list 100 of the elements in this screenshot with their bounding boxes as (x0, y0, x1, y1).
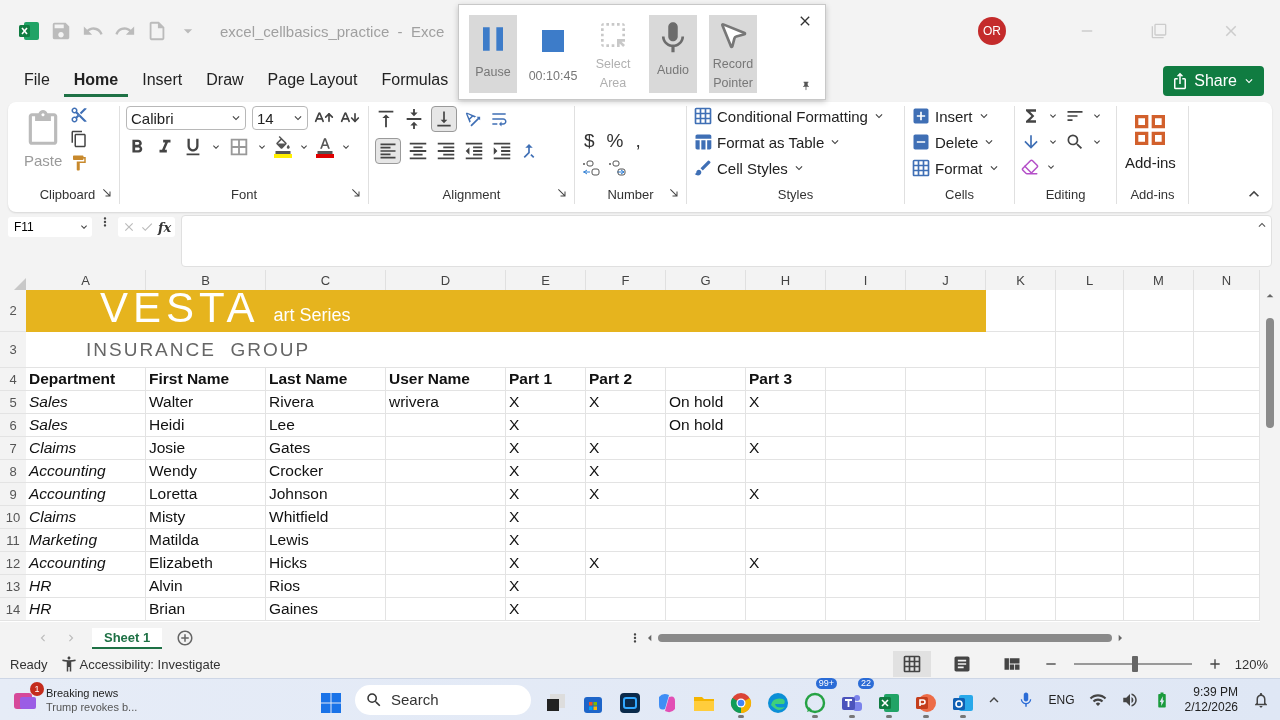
column-header[interactable]: E (506, 270, 586, 290)
column-header[interactable]: H (746, 270, 826, 290)
row-header[interactable]: 10 (0, 506, 26, 529)
ribbon-tab[interactable]: Page Layout (257, 65, 368, 97)
eraser-icon[interactable] (1021, 158, 1039, 176)
notifications-icon[interactable] (1252, 690, 1270, 709)
search-icon[interactable] (1065, 132, 1085, 152)
column-header[interactable]: B (146, 270, 266, 290)
increase-indent-icon[interactable] (491, 140, 513, 162)
notification-badge: 22 (858, 677, 874, 689)
cells-menu-button[interactable]: Delete (911, 132, 997, 152)
increase-decimal-icon[interactable] (581, 158, 601, 178)
delete-cells-icon[interactable] (911, 132, 931, 152)
comma-style-button[interactable]: , (632, 130, 644, 152)
clock-time[interactable]: 9:39 PM (1193, 684, 1238, 700)
name-box[interactable]: F11 (8, 217, 92, 237)
formula-input[interactable] (181, 215, 1272, 267)
search-icon[interactable] (365, 690, 383, 709)
row-header[interactable]: 14 (0, 598, 26, 621)
sheet-tab[interactable]: Sheet 1 (92, 627, 163, 649)
font-color-button[interactable] (316, 136, 334, 158)
percent-button[interactable]: % (603, 130, 627, 152)
dialog-launcher-icon[interactable] (350, 187, 362, 199)
insert-function-button[interactable]: fx (158, 219, 172, 235)
row-header[interactable]: 7 (0, 437, 26, 460)
decrease-decimal-icon[interactable] (607, 158, 627, 178)
font-color-icon[interactable] (316, 136, 334, 154)
paint-bucket-icon[interactable] (274, 136, 292, 154)
row-header[interactable]: 12 (0, 552, 26, 575)
grid-icon[interactable] (901, 654, 922, 674)
row-header[interactable]: 6 (0, 414, 26, 437)
recorder-button[interactable]: 00:10:45 (529, 15, 577, 93)
currency-button[interactable]: $ (581, 130, 598, 152)
column-header[interactable]: J (906, 270, 986, 290)
ribbon-tab[interactable]: Draw (196, 65, 254, 97)
table-cell: HR (26, 598, 146, 621)
row-header[interactable]: 4 (0, 368, 26, 391)
row-header[interactable]: 5 (0, 391, 26, 414)
copy-icon[interactable] (70, 130, 89, 148)
row-header[interactable]: 13 (0, 575, 26, 598)
clock-date[interactable]: 2/12/2026 (1184, 699, 1238, 715)
user-avatar[interactable]: OR (978, 17, 1006, 45)
dialog-launcher-icon[interactable] (556, 187, 568, 199)
column-header[interactable]: K (986, 270, 1056, 290)
add-ins-button[interactable]: Add-ins (1123, 106, 1178, 184)
table-icon[interactable] (693, 132, 713, 152)
row-header[interactable]: 8 (0, 460, 26, 483)
table-cell: X (586, 437, 666, 460)
accessibility-icon[interactable] (59, 655, 78, 673)
zoom-thumb[interactable] (1131, 656, 1138, 672)
ribbon-tab[interactable]: Formulas (371, 65, 459, 97)
format-cells-icon[interactable] (911, 158, 931, 178)
cells-menu-button[interactable]: Insert (911, 106, 991, 126)
column-header[interactable]: A (26, 270, 146, 290)
column-header[interactable]: D (386, 270, 506, 290)
decrease-indent-icon[interactable] (463, 140, 485, 162)
column-header[interactable]: I (826, 270, 906, 290)
row-header[interactable]: 11 (0, 529, 26, 552)
brush-icon[interactable] (693, 158, 713, 178)
styles-menu-button[interactable]: Cell Styles (693, 158, 806, 178)
view-button[interactable] (892, 651, 931, 677)
column-header[interactable]: L (1056, 270, 1124, 290)
share-button[interactable]: Share (1163, 66, 1264, 96)
align-right-icon[interactable] (435, 140, 457, 162)
column-header[interactable]: F (586, 270, 666, 290)
column-header[interactable]: N (1194, 270, 1260, 290)
cells-menu-button[interactable]: Format (911, 158, 1001, 178)
fill-color-button[interactable] (274, 136, 292, 158)
ribbon-tab[interactable]: Home (63, 65, 129, 97)
format-painter-icon[interactable] (70, 154, 89, 172)
row-header[interactable]: 2 (0, 290, 26, 332)
search-field[interactable]: Search (355, 684, 531, 715)
horizontal-scrollbar[interactable] (658, 634, 1113, 642)
table-cell: User Name (386, 368, 506, 391)
font-size-dropdown[interactable]: 14 (252, 106, 308, 130)
ribbon-tab[interactable]: File (14, 65, 60, 97)
styles-menu-button[interactable]: Conditional Formatting (693, 106, 886, 126)
conditional-formatting-icon[interactable] (693, 106, 713, 126)
language-indicator[interactable]: ENG (1048, 692, 1075, 707)
column-header[interactable]: G (666, 270, 746, 290)
align-center-icon[interactable] (407, 140, 429, 162)
row-header[interactable]: 9 (0, 483, 26, 506)
vertical-scrollbar[interactable] (1266, 318, 1274, 428)
row-header[interactable]: 3 (0, 332, 26, 368)
styles-menu-button[interactable]: Format as Table (693, 132, 843, 152)
table-cell (1056, 391, 1124, 414)
dialog-launcher-icon[interactable] (668, 187, 680, 199)
ribbon-tab[interactable]: Insert (132, 65, 193, 97)
dialog-launcher-icon[interactable] (101, 187, 113, 199)
borders-icon[interactable] (228, 136, 250, 158)
column-header[interactable]: M (1124, 270, 1194, 290)
running-indicator (959, 714, 966, 718)
zoom-level[interactable]: 120% (1234, 656, 1268, 672)
table-cell: Loretta (146, 483, 266, 506)
cut-icon[interactable] (70, 106, 89, 124)
add-sheet-icon[interactable] (176, 629, 195, 647)
column-header[interactable]: C (266, 270, 386, 290)
insert-cells-icon[interactable] (911, 106, 931, 126)
font-name-dropdown[interactable]: Calibri (126, 106, 246, 130)
accessibility-status[interactable]: Accessibility: Investigate (79, 656, 221, 672)
